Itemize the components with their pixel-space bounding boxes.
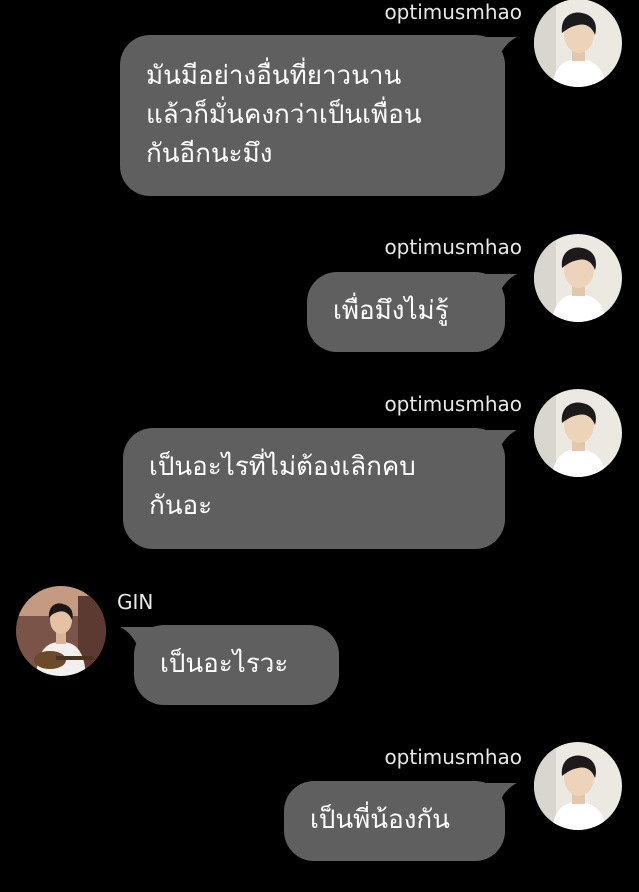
message-text[interactable]: มันมีอย่างอื่นที่ยาวนาน แล้วก็มั่นคงกว่า… [146, 57, 483, 174]
message-bubble: เป็นพี่น้องกัน [284, 781, 517, 861]
sender-name: optimusmhao [384, 235, 522, 259]
message-bubble: เป็นอะไรที่ไม่ต้องเลิกคบ กันอะ [123, 428, 517, 549]
user-avatar-icon [534, 389, 622, 477]
message-bubble: เป็นอะไรวะ [120, 625, 339, 705]
user-avatar-icon [534, 0, 622, 87]
message-text[interactable]: เพื่อมึงไม่รู้ [333, 292, 505, 331]
message-bubble: เพื่อมึงไม่รู้ [307, 272, 517, 352]
message-text[interactable]: เป็นพี่น้องกัน [310, 801, 505, 840]
optimusmhao-avatar[interactable] [534, 0, 622, 87]
message-text[interactable]: เป็นอะไรวะ [160, 645, 339, 684]
bubble-tail [483, 37, 517, 63]
sender-name: optimusmhao [384, 0, 522, 24]
message-bubble: มันมีอย่างอื่นที่ยาวนาน แล้วก็มั่นคงกว่า… [120, 35, 517, 196]
sender-name: optimusmhao [384, 745, 522, 769]
user-avatar-icon [534, 234, 622, 322]
gin-avatar[interactable] [16, 586, 106, 676]
optimusmhao-avatar[interactable] [534, 234, 622, 322]
optimusmhao-avatar[interactable] [534, 389, 622, 477]
user-avatar-icon [16, 586, 106, 676]
bubble-tail [120, 627, 154, 653]
user-avatar-icon [534, 742, 622, 830]
bubble-tail [483, 430, 517, 456]
bubble-tail [483, 783, 517, 809]
sender-name: GIN [117, 590, 154, 614]
message-text[interactable]: เป็นอะไรที่ไม่ต้องเลิกคบ กันอะ [149, 448, 505, 526]
optimusmhao-avatar[interactable] [534, 742, 622, 830]
sender-name: optimusmhao [384, 392, 522, 416]
bubble-tail [483, 274, 517, 300]
